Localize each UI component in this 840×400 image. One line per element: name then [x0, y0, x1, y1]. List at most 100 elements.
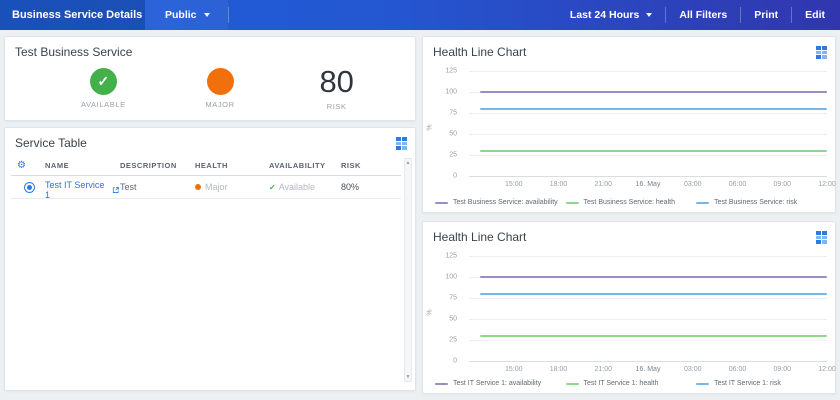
- gridline: [469, 298, 827, 299]
- panel-title: Health Line Chart: [433, 45, 526, 59]
- legend-label: Test IT Service 1: risk: [714, 380, 781, 387]
- x-tick-label: 12:00: [818, 366, 836, 373]
- legend-item[interactable]: Test IT Service 1: health: [566, 380, 697, 387]
- service-table-panel: Service Table ⚙ NAME DESCRIPTION HEALTH …: [4, 127, 416, 391]
- edit-button[interactable]: Edit: [792, 0, 840, 30]
- kpi-availability: ✓ AVAILABLE: [45, 68, 162, 109]
- column-header-availability: AVAILABILITY: [269, 161, 341, 170]
- row-radio-button[interactable]: [24, 182, 35, 193]
- risk-cell: 80%: [341, 182, 401, 192]
- service-link-label: Test IT Service 1: [45, 180, 109, 200]
- visibility-label: Public: [165, 9, 197, 21]
- legend-item[interactable]: Test IT Service 1: availability: [435, 380, 566, 387]
- visibility-dropdown[interactable]: Public: [145, 0, 228, 30]
- health-line-chart-panel-1: Health Line Chart % 0255075100125 15:001…: [422, 36, 836, 213]
- topbar-spacer: [229, 0, 557, 30]
- major-severity-dot-icon: [195, 184, 201, 190]
- x-tick-label: 16. May: [636, 181, 661, 188]
- legend: Test IT Service 1: availability Test IT S…: [435, 380, 827, 387]
- kpi-row: ✓ AVAILABLE MAJOR 80 RISK: [45, 61, 395, 116]
- panel-title: Test Business Service: [15, 45, 132, 59]
- legend-item[interactable]: Test Business Service: health: [566, 199, 697, 206]
- external-link-icon: [112, 186, 120, 194]
- chevron-down-icon: [646, 13, 652, 17]
- kpi-health: MAJOR: [162, 68, 279, 109]
- series-line: [480, 276, 827, 278]
- table-row: Test IT Service 1 Test Major ✓Available …: [11, 176, 401, 199]
- all-filters-button[interactable]: All Filters: [666, 0, 740, 30]
- y-tick-label: 0: [453, 173, 457, 180]
- legend-swatch-icon: [566, 383, 579, 385]
- x-tick-label: 18:00: [550, 181, 568, 188]
- column-header-name: NAME: [45, 161, 120, 170]
- panel-grid-icon[interactable]: [816, 46, 827, 59]
- service-link[interactable]: Test IT Service 1: [45, 180, 120, 200]
- gridline: [469, 134, 827, 135]
- x-tick-label: 21:00: [594, 181, 612, 188]
- y-tick-label: 25: [449, 152, 457, 159]
- column-header-risk: RISK: [341, 161, 401, 170]
- panel-grid-icon[interactable]: [816, 231, 827, 244]
- plot-area: 15:0018:0021:0016. May03:0006:0009:0012:…: [469, 71, 827, 176]
- y-axis: % 0255075100125: [423, 256, 463, 361]
- series-line: [480, 108, 827, 110]
- gridline: [469, 319, 827, 320]
- x-tick-label: 03:00: [684, 181, 702, 188]
- chevron-down-icon: [204, 13, 210, 17]
- column-settings-gear-icon[interactable]: ⚙: [17, 160, 26, 171]
- gridline: [469, 176, 827, 177]
- x-tick-label: 15:00: [505, 366, 523, 373]
- page-title: Business Service Details: [0, 0, 145, 30]
- availability-check-icon: ✓: [90, 68, 117, 95]
- legend-label: Test Business Service: risk: [714, 199, 797, 206]
- series-line: [480, 150, 827, 152]
- y-tick-label: 125: [445, 68, 457, 75]
- table-header-row: ⚙ NAME DESCRIPTION HEALTH AVAILABILITY R…: [11, 155, 401, 176]
- description-cell: Test: [120, 182, 195, 192]
- x-tick-label: 06:00: [729, 181, 747, 188]
- x-tick-label: 06:00: [729, 366, 747, 373]
- table-scrollbar[interactable]: ▲ ▼: [404, 158, 412, 382]
- gridline: [469, 361, 827, 362]
- y-tick-label: 50: [449, 316, 457, 323]
- health-cell: Major: [195, 182, 269, 192]
- gridline: [469, 155, 827, 156]
- availability-cell: ✓Available: [269, 182, 341, 192]
- panel-title: Service Table: [15, 136, 87, 150]
- kpi-risk: 80 RISK: [278, 67, 395, 111]
- kpi-health-label: MAJOR: [205, 100, 234, 109]
- scroll-down-icon[interactable]: ▼: [406, 373, 411, 381]
- x-tick-label: 15:00: [505, 181, 523, 188]
- y-tick-label: 75: [449, 295, 457, 302]
- service-table: ⚙ NAME DESCRIPTION HEALTH AVAILABILITY R…: [11, 155, 401, 199]
- y-tick-label: 100: [445, 274, 457, 281]
- print-button[interactable]: Print: [741, 0, 791, 30]
- health-line-chart-panel-2: Health Line Chart % 0255075100125 15:001…: [422, 221, 836, 394]
- legend-label: Test IT Service 1: health: [584, 380, 659, 387]
- x-tick-label: 21:00: [594, 366, 612, 373]
- y-tick-label: 75: [449, 110, 457, 117]
- legend-swatch-icon: [435, 202, 448, 204]
- x-tick-label: 16. May: [636, 366, 661, 373]
- risk-score-value: 80: [319, 67, 353, 97]
- top-bar: Business Service Details Public Last 24 …: [0, 0, 840, 30]
- legend-item[interactable]: Test IT Service 1: risk: [696, 380, 827, 387]
- y-tick-label: 25: [449, 337, 457, 344]
- panel-grid-icon[interactable]: [396, 137, 407, 150]
- legend-item[interactable]: Test Business Service: risk: [696, 199, 827, 206]
- y-tick-label: 125: [445, 253, 457, 260]
- gridline: [469, 113, 827, 114]
- scroll-up-icon[interactable]: ▲: [406, 159, 411, 167]
- series-line: [480, 335, 827, 337]
- y-tick-label: 0: [453, 358, 457, 365]
- time-range-dropdown[interactable]: Last 24 Hours: [557, 0, 665, 30]
- gridline: [469, 71, 827, 72]
- x-tick-label: 18:00: [550, 366, 568, 373]
- legend-swatch-icon: [435, 383, 448, 385]
- series-line: [480, 293, 827, 295]
- x-tick-label: 09:00: [773, 366, 791, 373]
- y-axis-unit-label: %: [427, 124, 434, 130]
- series-line: [480, 91, 827, 93]
- legend-item[interactable]: Test Business Service: availability: [435, 199, 566, 206]
- gridline: [469, 340, 827, 341]
